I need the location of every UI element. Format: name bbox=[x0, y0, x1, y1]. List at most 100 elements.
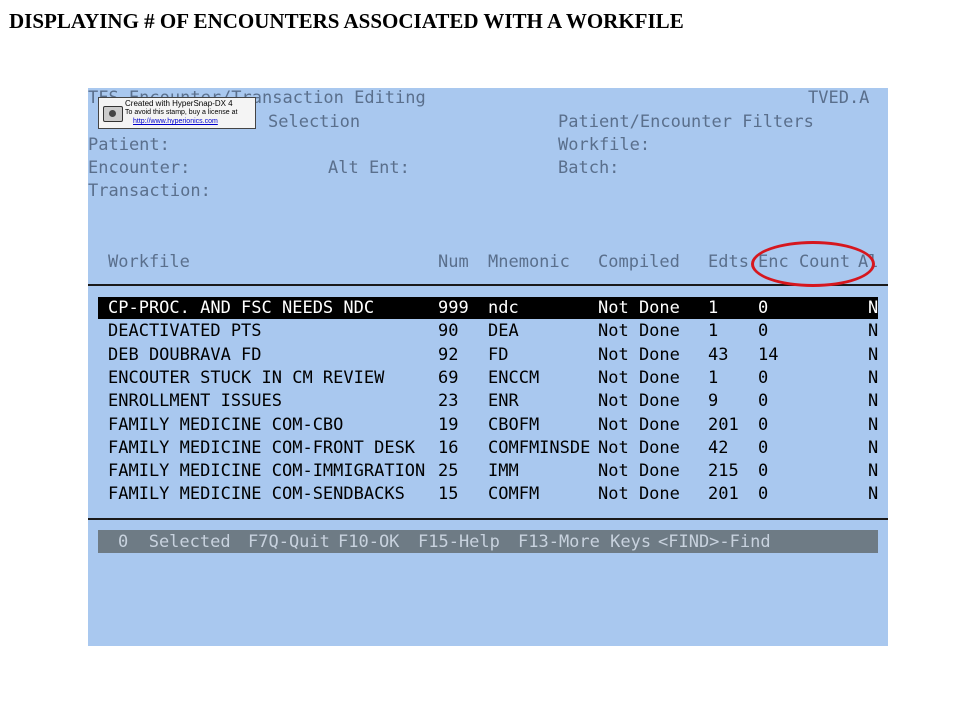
cell-mnemonic: ENCCM bbox=[488, 367, 540, 388]
cell-edts: 1 bbox=[708, 367, 719, 388]
cell-edts: 1 bbox=[708, 298, 719, 318]
cell-num: 25 bbox=[438, 461, 459, 482]
cell-mnemonic: COMFM bbox=[488, 484, 540, 505]
col-header-mnemonic: Mnemonic bbox=[488, 252, 570, 272]
cell-compiled: Not Done bbox=[598, 344, 680, 365]
cell-enc-count: 0 bbox=[758, 484, 769, 505]
cell-flag: N bbox=[868, 414, 879, 435]
table-row[interactable]: CP-PROC. AND FSC NEEDS NDC 999 ndc Not Done… bbox=[98, 297, 878, 319]
col-header-num: Num bbox=[438, 252, 469, 272]
cell-edts: 42 bbox=[708, 437, 729, 458]
batch-filter-label[interactable]: Batch: bbox=[558, 158, 619, 178]
cell-num: 16 bbox=[438, 437, 459, 458]
stamp-link[interactable]: http://www.hyperionics.com bbox=[133, 118, 218, 125]
cell-mnemonic: FD bbox=[488, 344, 509, 365]
cell-flag: N bbox=[868, 484, 879, 505]
cell-mnemonic: ENR bbox=[488, 391, 519, 412]
transaction-field-label[interactable]: Transaction: bbox=[88, 181, 211, 201]
table-row[interactable]: FAMILY MEDICINE COM-CBO 19 CBOFM Not Done 20… bbox=[98, 414, 878, 436]
col-header-workfile: Workfile bbox=[108, 252, 190, 272]
cell-compiled: Not Done bbox=[598, 298, 680, 318]
table-row[interactable]: DEB DOUBRAVA FD 92 FD Not Done 43 14 N bbox=[98, 344, 878, 366]
cell-workfile: CP-PROC. AND FSC NEEDS NDC bbox=[108, 298, 375, 318]
table-row[interactable]: FAMILY MEDICINE COM-FRONT DESK 16 COMFMINS… bbox=[98, 437, 878, 459]
stamp-line-1: Created with HyperSnap-DX 4 bbox=[125, 99, 233, 108]
cell-edts: 215 bbox=[708, 461, 739, 482]
cell-compiled: Not Done bbox=[598, 484, 680, 505]
status-bar: 0 Selected F7Q-Quit F10-OK F15-Help F13-… bbox=[98, 530, 878, 553]
cell-workfile: FAMILY MEDICINE COM-IMMIGRATION bbox=[108, 461, 426, 482]
cell-workfile: FAMILY MEDICINE COM-FRONT DESK bbox=[108, 437, 416, 458]
cell-num: 23 bbox=[438, 391, 459, 412]
cell-workfile: DEACTIVATED PTS bbox=[108, 321, 262, 342]
cell-enc-count: 0 bbox=[758, 321, 769, 342]
cell-num: 15 bbox=[438, 484, 459, 505]
col-header-compiled: Compiled bbox=[598, 252, 680, 272]
table-row[interactable]: FAMILY MEDICINE COM-SENDBACKS 15 COMFM Not … bbox=[98, 483, 878, 505]
cell-compiled: Not Done bbox=[598, 461, 680, 482]
cell-num: 69 bbox=[438, 367, 459, 388]
more-keys-key[interactable]: F13-More Keys bbox=[518, 532, 651, 552]
camera-icon bbox=[103, 106, 123, 122]
cell-num: 90 bbox=[438, 321, 459, 342]
cell-workfile: FAMILY MEDICINE COM-SENDBACKS bbox=[108, 484, 405, 505]
workfile-filter-label[interactable]: Workfile: bbox=[558, 135, 650, 155]
cell-compiled: Not Done bbox=[598, 367, 680, 388]
cell-mnemonic: DEA bbox=[488, 321, 519, 342]
filters-label: Patient/Encounter Filters bbox=[558, 112, 814, 132]
table-row[interactable]: FAMILY MEDICINE COM-IMMIGRATION 25 IMM Not … bbox=[98, 460, 878, 482]
cell-mnemonic: IMM bbox=[488, 461, 519, 482]
cell-flag: N bbox=[868, 391, 879, 412]
find-key[interactable]: <FIND>-Find bbox=[658, 532, 771, 552]
cell-compiled: Not Done bbox=[598, 437, 680, 458]
cell-flag: N bbox=[868, 298, 879, 318]
slide-title: DISPLAYING # OF ENCOUNTERS ASSOCIATED WI… bbox=[9, 9, 684, 33]
table-row[interactable]: ENCOUTER STUCK IN CM REVIEW 69 ENCCM Not Do… bbox=[98, 367, 878, 389]
selection-label: Selection bbox=[268, 112, 361, 132]
cell-enc-count: 0 bbox=[758, 298, 769, 318]
cell-mnemonic: COMFMINSDE bbox=[488, 437, 591, 458]
quit-key[interactable]: F7Q-Quit bbox=[248, 532, 330, 552]
stamp-line-2: To avoid this stamp, buy a license at bbox=[125, 109, 238, 116]
header-divider bbox=[88, 284, 888, 286]
cell-num: 92 bbox=[438, 344, 459, 365]
cell-edts: 201 bbox=[708, 484, 739, 505]
cell-enc-count: 14 bbox=[758, 344, 779, 365]
cell-edts: 43 bbox=[708, 344, 729, 365]
ok-key[interactable]: F10-OK bbox=[338, 532, 399, 552]
cell-enc-count: 0 bbox=[758, 437, 769, 458]
selected-count: 0 Selected bbox=[118, 532, 231, 552]
cell-edts: 201 bbox=[708, 414, 739, 435]
help-key[interactable]: F15-Help bbox=[418, 532, 500, 552]
table-row[interactable]: DEACTIVATED PTS 90 DEA Not Done 1 0 N bbox=[98, 320, 878, 342]
terminal-screen: TFS Encounter/Transaction Editing TVED.A… bbox=[88, 88, 888, 646]
footer-divider bbox=[88, 518, 888, 520]
screen-id: TVED.A bbox=[808, 88, 870, 108]
cell-workfile: FAMILY MEDICINE COM-CBO bbox=[108, 414, 344, 435]
cell-flag: N bbox=[868, 321, 879, 342]
cell-enc-count: 0 bbox=[758, 391, 769, 412]
cell-num: 999 bbox=[438, 298, 469, 318]
table-row[interactable]: ENROLLMENT ISSUES 23 ENR Not Done 9 0 N bbox=[98, 390, 878, 412]
cell-enc-count: 0 bbox=[758, 367, 769, 388]
alt-ent-field-label[interactable]: Alt Ent: bbox=[328, 158, 410, 178]
cell-compiled: Not Done bbox=[598, 321, 680, 342]
col-header-edts: Edts bbox=[708, 252, 749, 272]
hypersnap-stamp: Created with HyperSnap-DX 4 To avoid thi… bbox=[98, 97, 256, 129]
encounter-field-label[interactable]: Encounter: bbox=[88, 158, 190, 178]
patient-field-label[interactable]: Patient: bbox=[88, 135, 170, 155]
cell-edts: 9 bbox=[708, 391, 719, 412]
cell-flag: N bbox=[868, 437, 879, 458]
cell-flag: N bbox=[868, 344, 879, 365]
cell-compiled: Not Done bbox=[598, 391, 680, 412]
cell-workfile: DEB DOUBRAVA FD bbox=[108, 344, 262, 365]
cell-enc-count: 0 bbox=[758, 461, 769, 482]
cell-edts: 1 bbox=[708, 321, 719, 342]
cell-workfile: ENCOUTER STUCK IN CM REVIEW bbox=[108, 367, 385, 388]
cell-flag: N bbox=[868, 367, 879, 388]
cell-mnemonic: CBOFM bbox=[488, 414, 540, 435]
cell-flag: N bbox=[868, 461, 879, 482]
cell-workfile: ENROLLMENT ISSUES bbox=[108, 391, 282, 412]
cell-mnemonic: ndc bbox=[488, 298, 519, 318]
cell-enc-count: 0 bbox=[758, 414, 769, 435]
